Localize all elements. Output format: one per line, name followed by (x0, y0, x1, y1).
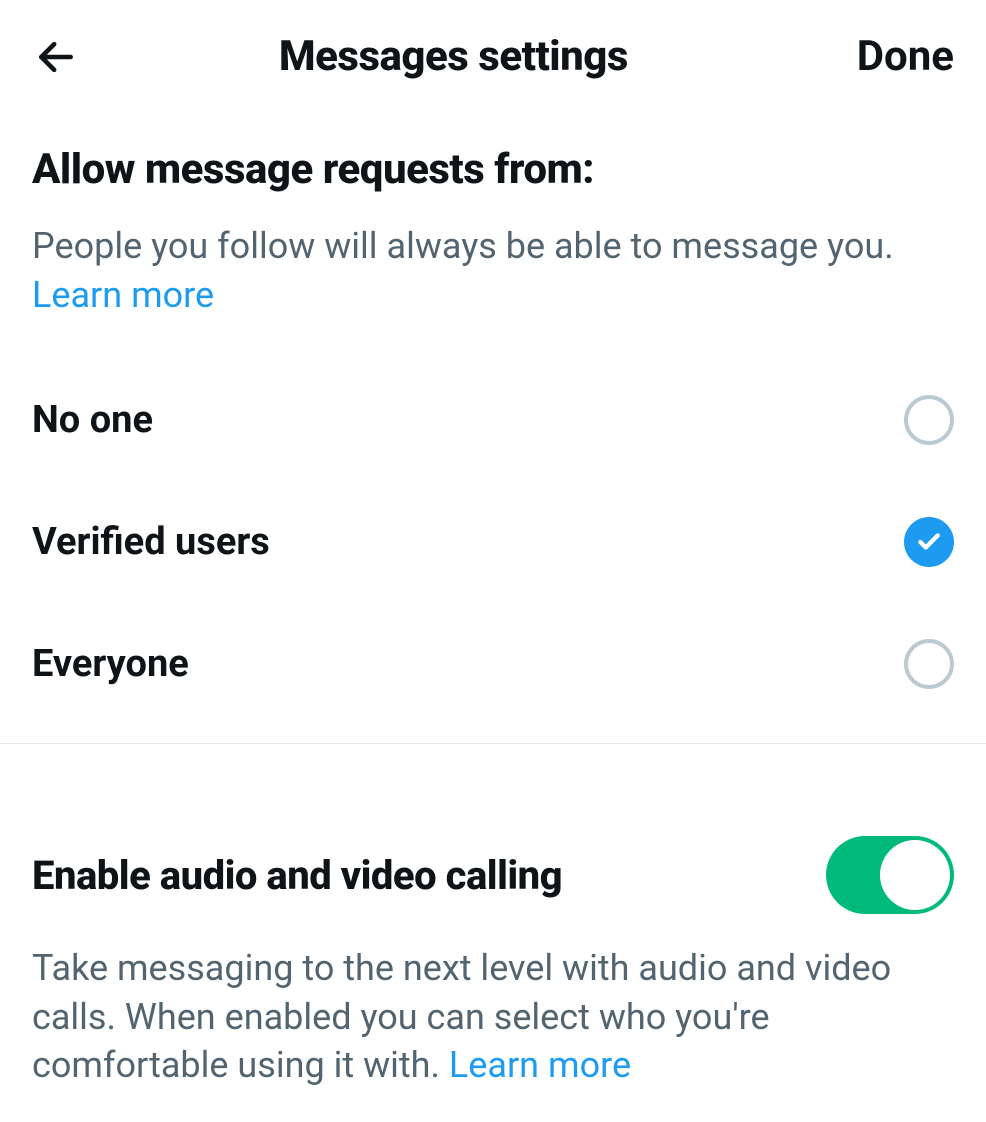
radio-option-no-one[interactable]: No one (0, 359, 986, 481)
radio-button[interactable] (904, 395, 954, 445)
toggle-title: Enable audio and video calling (32, 852, 562, 899)
done-button[interactable]: Done (857, 32, 954, 81)
radio-option-everyone[interactable]: Everyone (0, 603, 986, 725)
section-description: People you follow will always be able to… (32, 222, 954, 319)
calling-toggle[interactable] (826, 836, 954, 914)
section-title: Allow message requests from: (32, 145, 954, 194)
radio-button[interactable] (904, 639, 954, 689)
allow-requests-section: Allow message requests from: People you … (0, 109, 986, 359)
radio-label: Everyone (32, 642, 189, 686)
header: Messages settings Done (0, 0, 986, 109)
radio-button-selected[interactable] (904, 517, 954, 567)
checkmark-icon (916, 529, 942, 555)
toggle-knob (880, 840, 950, 910)
learn-more-link[interactable]: Learn more (32, 274, 214, 316)
description-text: People you follow will always be able to… (32, 225, 894, 267)
calling-section: Enable audio and video calling Take mess… (0, 744, 986, 1122)
radio-label: No one (32, 398, 153, 442)
page-title: Messages settings (50, 32, 857, 81)
toggle-description: Take messaging to the next level with au… (32, 944, 954, 1090)
radio-label: Verified users (32, 520, 270, 564)
radio-option-verified-users[interactable]: Verified users (0, 481, 986, 603)
learn-more-link[interactable]: Learn more (449, 1044, 631, 1086)
toggle-row: Enable audio and video calling (32, 836, 954, 914)
